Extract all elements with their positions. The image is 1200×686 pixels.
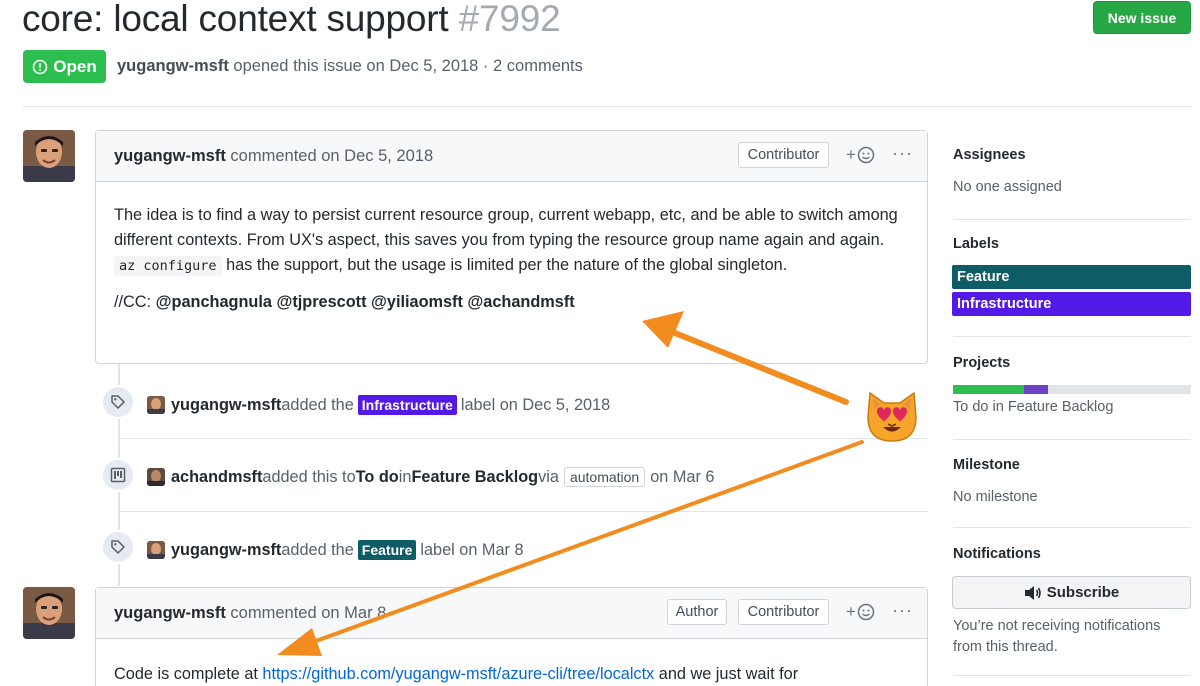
- labels-heading[interactable]: Labels: [953, 236, 999, 252]
- event-text: label on Dec 5, 2018: [460, 395, 611, 414]
- smiley-icon: [857, 603, 875, 621]
- subscribe-button[interactable]: Subscribe: [952, 576, 1191, 609]
- inline-code: az configure: [114, 256, 222, 276]
- comment-timestamp[interactable]: commented on Mar 8: [226, 604, 386, 622]
- event-actor-link[interactable]: yugangw-msft: [171, 396, 281, 415]
- new-issue-button[interactable]: New issue: [1093, 1, 1191, 34]
- comment-timestamp[interactable]: commented on Dec 5, 2018: [226, 147, 433, 165]
- comment-author-link[interactable]: yugangw-msft: [114, 604, 226, 622]
- assignees-value: No one assigned: [953, 179, 1062, 195]
- contributor-badge: Contributor: [738, 599, 829, 625]
- project-icon: [101, 458, 135, 492]
- plus-text: +: [846, 602, 856, 621]
- event-actor-link[interactable]: yugangw-msft: [171, 541, 281, 560]
- issue-author-link[interactable]: yugangw-msft: [117, 57, 229, 75]
- sidebar-label-feature[interactable]: Feature: [952, 265, 1191, 289]
- event-text: on Mar 6: [650, 467, 715, 486]
- comment-author-link[interactable]: yugangw-msft: [114, 147, 226, 165]
- avatar[interactable]: [23, 587, 75, 639]
- mention-links[interactable]: @panchagnula @tjprescott @yiliaomsft @ac…: [156, 293, 575, 311]
- mini-avatar[interactable]: [147, 396, 165, 414]
- user-avatar-image: [23, 587, 75, 639]
- event-text: via: [538, 467, 559, 486]
- tag-icon: [101, 530, 135, 564]
- notification-status-text: You’re not receiving notifications from …: [953, 618, 1161, 655]
- smiley-icon: [857, 146, 875, 164]
- project-link[interactable]: Feature Backlog: [411, 468, 538, 487]
- add-reaction-button[interactable]: +: [846, 602, 875, 622]
- issue-meta-text: opened this issue on Dec 5, 2018 · 2 com…: [228, 57, 583, 75]
- speaker-icon: [1024, 585, 1041, 600]
- event-text: in: [398, 467, 412, 486]
- project-progress-bar: [953, 385, 1191, 394]
- plus-text: +: [846, 145, 856, 164]
- tag-icon: [101, 385, 135, 419]
- sidebar-divider: [953, 439, 1191, 440]
- add-reaction-button[interactable]: +: [846, 145, 875, 165]
- timeline-divider: [120, 438, 928, 439]
- comment-paragraph: The idea is to find a way to persist cur…: [114, 206, 898, 249]
- event-text: label on Mar 8: [420, 540, 524, 559]
- comment-text: and we just wait for: [654, 665, 799, 683]
- comment-text: Code is complete at: [114, 665, 263, 683]
- milestone-heading[interactable]: Milestone: [953, 457, 1020, 473]
- label-infrastructure[interactable]: Infrastructure: [357, 395, 457, 415]
- comment-body: Code is complete at https://github.com/y…: [96, 639, 927, 686]
- timeline-divider: [120, 511, 928, 512]
- event-text: added the: [281, 540, 354, 559]
- comment-paragraph-2: az configure has the support, but the us…: [114, 253, 909, 279]
- sidebar-divider: [953, 675, 1191, 676]
- contributor-badge: Contributor: [738, 142, 829, 168]
- sidebar-divider: [953, 219, 1191, 220]
- cc-prefix: //CC:: [114, 293, 156, 311]
- mini-avatar[interactable]: [147, 468, 165, 486]
- event-actor-link[interactable]: achandmsft: [171, 468, 262, 487]
- subscribe-label: Subscribe: [1046, 584, 1120, 601]
- branch-link[interactable]: https://github.com/yugangw-msft/azure-cl…: [262, 665, 654, 683]
- project-value[interactable]: To do in Feature Backlog: [953, 399, 1113, 415]
- assignees-heading[interactable]: Assignees: [953, 147, 1026, 163]
- event-text: added this to: [262, 467, 356, 486]
- header-divider: [22, 106, 1192, 107]
- sidebar-divider: [953, 336, 1191, 337]
- issue-title: core: local context support #7992: [22, 0, 561, 40]
- heart-eyes-cat-icon: [867, 391, 917, 442]
- comment-text: has the support, but the usage is limite…: [221, 256, 788, 274]
- comment-header: yugangw-msft commented on Mar 8 Author C…: [96, 588, 927, 639]
- avatar[interactable]: [23, 130, 75, 182]
- automation-badge: automation: [563, 467, 646, 487]
- more-options-button[interactable]: ···: [892, 143, 913, 164]
- issue-number: #7992: [458, 0, 561, 39]
- timeline-event-label-infrastructure: yugangw-msft added the Infrastructure la…: [147, 395, 610, 415]
- issue-opened-icon: [32, 59, 48, 74]
- timeline-event-label-feature: yugangw-msft added the Feature label on …: [147, 540, 524, 560]
- comment-author: yugangw-msft commented on Dec 5, 2018: [114, 147, 433, 166]
- comment-body: The idea is to find a way to persist cur…: [96, 182, 927, 335]
- issue-meta: yugangw-msft opened this issue on Dec 5,…: [117, 57, 583, 76]
- issue-state-badge: Open: [23, 50, 106, 83]
- progress-done: [953, 385, 1024, 394]
- projects-heading[interactable]: Projects: [953, 355, 1010, 371]
- author-badge: Author: [667, 599, 727, 625]
- comment-author: yugangw-msft commented on Mar 8: [114, 604, 386, 623]
- comment-header: yugangw-msft commented on Dec 5, 2018 Co…: [96, 131, 927, 182]
- label-feature[interactable]: Feature: [357, 540, 417, 560]
- notifications-heading: Notifications: [953, 546, 1041, 562]
- more-options-button[interactable]: ···: [892, 600, 913, 621]
- issue-state-text: Open: [53, 56, 97, 76]
- sidebar-label-infrastructure[interactable]: Infrastructure: [952, 292, 1191, 316]
- milestone-value: No milestone: [953, 489, 1038, 505]
- comment-2: yugangw-msft commented on Mar 8 Author C…: [95, 587, 928, 686]
- mini-avatar[interactable]: [147, 541, 165, 559]
- issue-title-text: core: local context support: [22, 0, 449, 39]
- sidebar-divider: [953, 527, 1191, 528]
- cc-line: //CC: @panchagnula @tjprescott @yiliaoms…: [114, 290, 909, 315]
- user-avatar-image: [23, 130, 75, 182]
- timeline-event-project: achandmsft added this to To do in Featur…: [147, 467, 715, 487]
- event-text: added the: [281, 395, 354, 414]
- project-column-link[interactable]: To do: [356, 468, 399, 487]
- comment-1: yugangw-msft commented on Dec 5, 2018 Co…: [95, 130, 928, 364]
- progress-in-progress: [1024, 385, 1048, 394]
